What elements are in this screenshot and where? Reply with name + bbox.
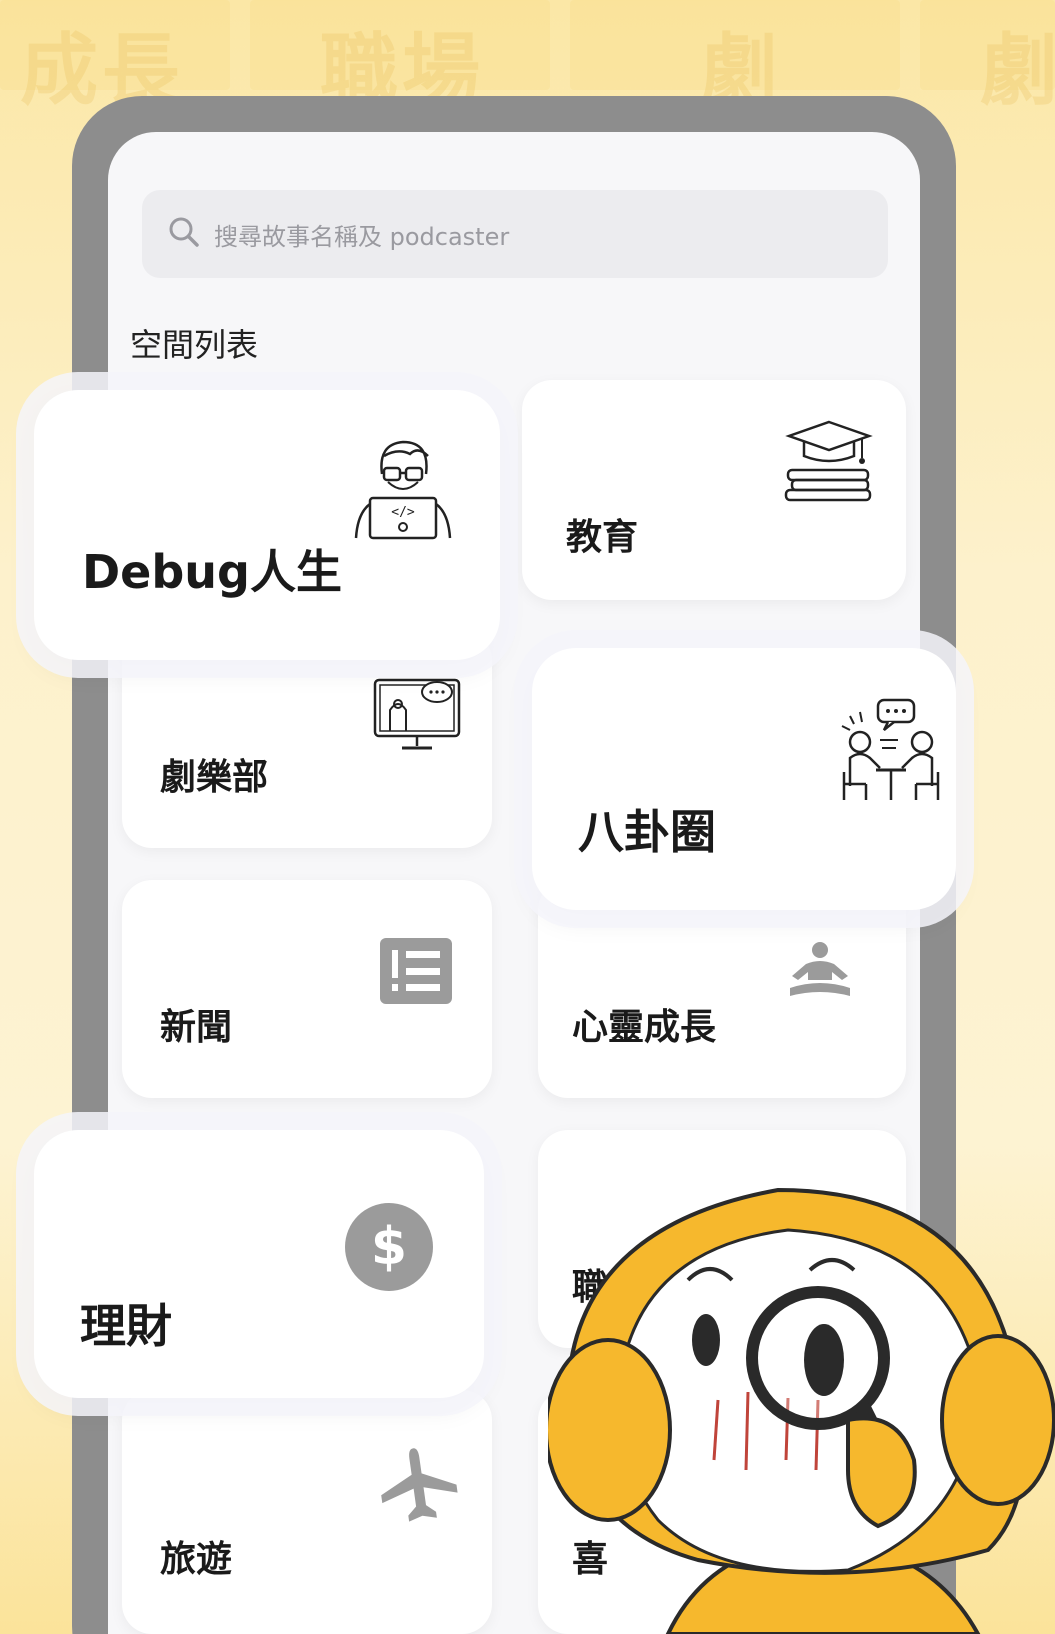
svg-text:$: $ — [371, 1217, 407, 1277]
dollar-coin-icon: $ — [345, 1203, 433, 1291]
category-card-drama[interactable]: 劇樂部 — [122, 630, 492, 848]
category-card-debug-life[interactable]: </> Debug人生 — [34, 390, 500, 660]
bg-word: 劇 — [980, 26, 1055, 116]
category-label: 心靈成長 — [572, 1007, 717, 1048]
airplane-icon — [381, 1448, 458, 1522]
category-label: 教育 — [566, 517, 639, 558]
monitor-chat-icon — [373, 678, 461, 750]
category-card-mind[interactable]: 心靈成長 — [538, 880, 906, 1098]
meditation-icon — [790, 942, 850, 996]
svg-text:</>: </> — [391, 505, 415, 520]
category-label: 新聞 — [160, 1007, 233, 1048]
category-card-news[interactable]: 新聞 — [122, 880, 492, 1098]
search-icon — [166, 214, 202, 254]
category-card-travel[interactable]: 旅遊 — [122, 1390, 492, 1634]
programmer-laptop-icon: </> — [354, 440, 452, 540]
category-label: 劇樂部 — [160, 757, 269, 798]
category-label: 理財 — [80, 1299, 172, 1353]
news-list-icon — [380, 938, 452, 1004]
graduation-books-icon — [784, 420, 873, 502]
people-chatting-icon — [841, 698, 940, 800]
category-label: 旅遊 — [160, 1539, 233, 1580]
category-card-gossip[interactable]: 八卦圈 — [532, 648, 956, 910]
section-title: 空間列表 — [130, 326, 259, 364]
category-label: 八卦圈 — [578, 805, 716, 859]
category-card-finance[interactable]: $ 理財 — [34, 1130, 484, 1398]
mascot-magnifier-illustration — [548, 1187, 1055, 1634]
category-card-education[interactable]: 教育 — [522, 380, 906, 600]
search-input[interactable]: 搜尋故事名稱及 podcaster — [214, 217, 509, 252]
category-label: Debug人生 — [82, 545, 342, 599]
search-bar[interactable]: 搜尋故事名稱及 podcaster — [142, 190, 888, 278]
